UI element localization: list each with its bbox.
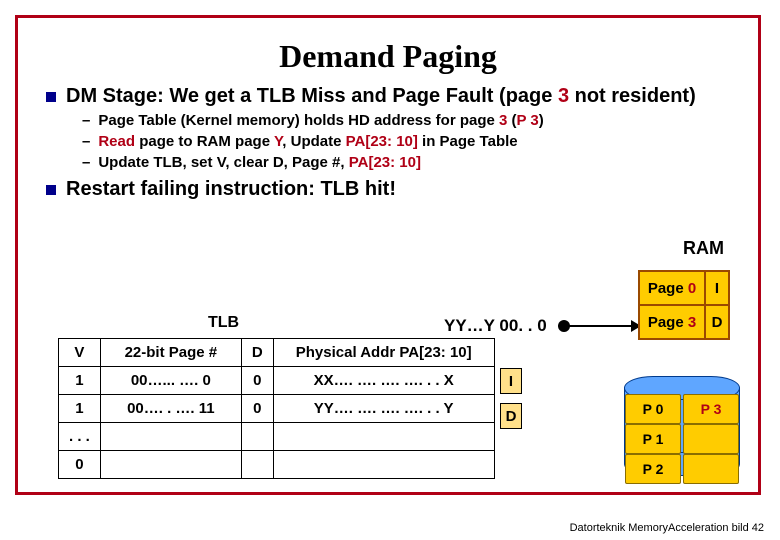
cell [273,423,494,451]
tlb-h-phys: Physical Addr PA[23: 10] [273,339,494,367]
text: P 2 [643,461,664,477]
disk-cell: P 2 [625,454,681,484]
text: ) [539,112,544,129]
sub-1-2: – Read page to RAM page Y, Update PA[23:… [82,133,736,152]
disk-cell: P 3 [683,394,739,424]
cell [100,451,241,479]
ram-cell-flag: D [705,305,729,339]
tlb-row: 1 00…. . …. 11 0 YY…. …. …. …. . . Y [59,395,495,423]
text: Page [648,314,688,331]
tlb-title: TLB [208,314,239,332]
cell: XX…. …. …. …. . . X [273,367,494,395]
text-red: PA[23: 10] [349,154,421,171]
tlb-row: . . . [59,423,495,451]
disk-cylinder: P 0 P 3 P 1 P 2 [624,376,740,476]
cell [273,451,494,479]
cell: 0 [241,367,273,395]
ram-cell-page: Page 0 [639,271,705,305]
bullet-2: Restart failing instruction: TLB hit! [46,178,736,201]
text-red: 3 [688,314,696,331]
text: P 0 [643,401,664,417]
ram-cell-page: Page 3 [639,305,705,339]
text-red: 3 [558,85,569,107]
text: , Update [282,133,345,150]
disk-grid: P 0 P 3 P 1 P 2 [624,393,740,464]
pointer-label: YY…Y 00. . 0 [444,316,547,336]
dash-icon: – [82,154,90,173]
dash-icon: – [82,112,90,131]
text: Page Table (Kernel memory) holds HD addr… [98,112,499,129]
text: page to RAM page [135,133,274,150]
disk-cell: P 0 [625,394,681,424]
slide-frame: Demand Paging DM Stage: We get a TLB Mis… [15,15,761,495]
tlb-table: V 22-bit Page # D Physical Addr PA[23: 1… [58,338,495,479]
disk-cell [683,424,739,454]
cell [100,423,241,451]
bullet-1: DM Stage: We get a TLB Miss and Page Fau… [46,85,736,108]
ram-label: RAM [683,238,724,259]
bullet-icon [46,92,56,102]
bullet-icon [46,185,56,195]
text-red: P 3 [701,401,722,417]
text-red: P 3 [517,112,539,129]
sub-1-3: – Update TLB, set V, clear D, Page #, PA… [82,154,736,173]
slide-footer: Datorteknik MemoryAcceleration bild 42 [570,522,764,534]
slide-title: Demand Paging [40,38,736,75]
tlb-row0-flag: I [500,368,522,394]
text: Update TLB, set V, clear D, Page #, [98,154,348,171]
ram-cell-flag: I [705,271,729,305]
cell: 1 [59,367,101,395]
text: P 1 [643,431,664,447]
tlb-h-d: D [241,339,273,367]
pointer-arrow-icon [564,325,639,327]
tlb-h-page: 22-bit Page # [100,339,241,367]
bullet-1-text: DM Stage: We get a TLB Miss and Page Fau… [66,85,696,108]
cell: 00…... …. 0 [100,367,241,395]
disk-cell: P 1 [625,424,681,454]
text: DM Stage: We get a TLB Miss and Page Fau… [66,85,558,107]
tlb-row: 1 00…... …. 0 0 XX…. …. …. …. . . X [59,367,495,395]
text-red: 0 [688,280,696,297]
text: not resident) [569,85,696,107]
cell [241,423,273,451]
tlb-h-v: V [59,339,101,367]
ram-row: Page 0 I [639,271,729,305]
cell [241,451,273,479]
text: ( [507,112,516,129]
cell: 0 [241,395,273,423]
bullet-2-text: Restart failing instruction: TLB hit! [66,178,396,201]
dash-icon: – [82,133,90,152]
tlb-row1-flag: D [500,403,522,429]
tlb-row: 0 [59,451,495,479]
text: Page [648,280,688,297]
cell: 00…. . …. 11 [100,395,241,423]
cell: 1 [59,395,101,423]
cell: YY…. …. …. …. . . Y [273,395,494,423]
text: in Page Table [418,133,518,150]
ram-row: Page 3 D [639,305,729,339]
text-red: Read [98,133,135,150]
tlb-header-row: V 22-bit Page # D Physical Addr PA[23: 1… [59,339,495,367]
text-red: PA[23: 10] [346,133,418,150]
cell: . . . [59,423,101,451]
cell: 0 [59,451,101,479]
disk-cell [683,454,739,484]
sub-1-1: – Page Table (Kernel memory) holds HD ad… [82,112,736,131]
ram-block: Page 0 I Page 3 D [638,270,730,340]
